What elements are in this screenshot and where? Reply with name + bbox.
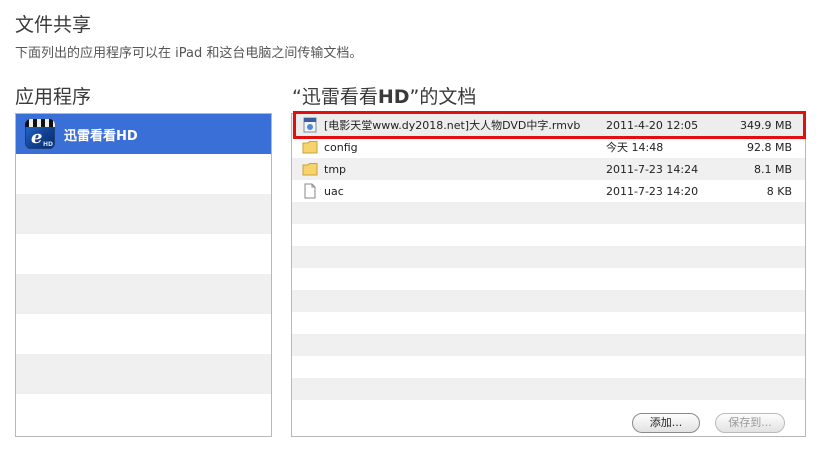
folder-icon	[302, 141, 318, 154]
documents-section-title: “迅雷看看HD”的文档	[292, 82, 476, 109]
file-name: tmp	[324, 162, 347, 176]
apps-section-title: 应用程序	[15, 86, 92, 108]
file-row[interactable]: [电影天堂www.dy2018.net]大人物DVD中字.rmvb 2011-4…	[292, 114, 805, 136]
file-date: 2011-7-23 14:24	[606, 162, 699, 176]
app-item-xunlei-hd[interactable]: e HD 迅雷看看HD	[16, 114, 271, 154]
documents-title-suffix: ”的文档	[409, 86, 477, 108]
file-name: uac	[324, 184, 344, 198]
file-name: [电影天堂www.dy2018.net]大人物DVD中字.rmvb	[324, 119, 581, 132]
add-button[interactable]: 添加...	[632, 413, 700, 433]
file-size: 8.1 MB	[753, 162, 792, 176]
file-row[interactable]: config 今天 14:48 92.8 MB	[292, 136, 805, 158]
page-title: 文件共享	[15, 14, 92, 36]
document-icon	[304, 183, 316, 199]
documents-footer: 添加... 保存到...	[292, 410, 805, 436]
page-subtitle: 下面列出的应用程序可以在 iPad 和这台电脑之间传输文档。	[15, 46, 363, 61]
file-row[interactable]: tmp 2011-7-23 14:24 8.1 MB	[292, 158, 805, 180]
xunlei-hd-app-icon: e HD	[25, 119, 55, 149]
file-size: 349.9 MB	[739, 118, 792, 132]
file-row[interactable]: uac 2011-7-23 14:20 8 KB	[292, 180, 805, 202]
apps-list: e HD 迅雷看看HD	[15, 113, 272, 437]
file-date: 2011-7-23 14:20	[606, 184, 699, 198]
documents-list: [电影天堂www.dy2018.net]大人物DVD中字.rmvb 2011-4…	[291, 113, 806, 437]
file-size: 8 KB	[766, 184, 792, 198]
file-size: 92.8 MB	[746, 140, 792, 154]
save-to-button[interactable]: 保存到...	[715, 413, 785, 433]
documents-title-prefix: “迅雷看看	[292, 86, 378, 108]
file-date: 2011-4-20 12:05	[606, 118, 699, 132]
folder-icon	[302, 163, 318, 176]
file-name: config	[324, 140, 358, 154]
app-item-label: 迅雷看看HD	[64, 128, 138, 144]
video-file-icon	[303, 117, 317, 133]
documents-title-bold: HD	[377, 86, 410, 108]
file-date: 今天 14:48	[606, 141, 664, 154]
apps-list-empty-rows	[16, 154, 271, 434]
